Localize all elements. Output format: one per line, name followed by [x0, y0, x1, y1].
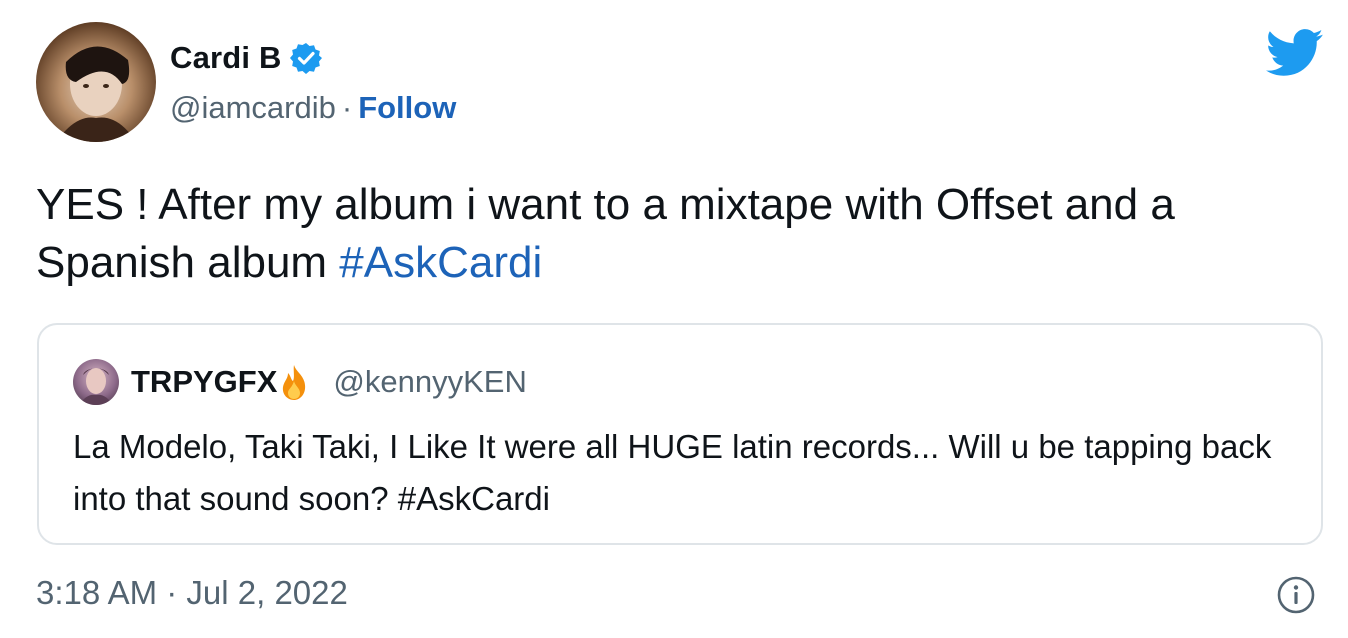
tweet-hashtag-link[interactable]: #AskCardi — [339, 238, 542, 287]
info-icon[interactable] — [1276, 575, 1316, 615]
author-avatar[interactable] — [36, 22, 156, 142]
fire-icon — [277, 363, 311, 401]
author-handle[interactable]: @iamcardib — [170, 90, 336, 126]
author-display-name[interactable]: Cardi B — [170, 40, 282, 76]
author-handle-row: @iamcardib · Follow — [170, 90, 456, 126]
quoted-text: La Modelo, Taki Taki, I Like It were all… — [73, 421, 1293, 525]
quoted-author-avatar[interactable] — [73, 359, 119, 405]
tweet-timestamp[interactable]: 3:18 AM · Jul 2, 2022 — [36, 574, 348, 612]
tweet-body: YES ! After my album i want to a mixtape… — [36, 180, 1175, 287]
twitter-bird-icon[interactable] — [1265, 28, 1324, 78]
quoted-tweet-card[interactable]: TRPYGFX @kennyyKEN La Modelo, Taki Taki,… — [37, 323, 1323, 545]
quoted-handle[interactable]: @kennyyKEN — [333, 364, 526, 400]
quoted-display-name[interactable]: TRPYGFX — [131, 364, 277, 400]
quoted-header: TRPYGFX @kennyyKEN — [131, 363, 527, 401]
author-name-row: Cardi B — [170, 40, 322, 76]
separator-dot: · — [341, 90, 353, 125]
tweet-text: YES ! After my album i want to a mixtape… — [36, 176, 1336, 292]
quoted-hashtag-link[interactable]: #AskCardi — [398, 480, 550, 517]
follow-button[interactable]: Follow — [358, 90, 456, 126]
quoted-body: La Modelo, Taki Taki, I Like It were all… — [73, 428, 1272, 517]
verified-badge-icon — [289, 42, 322, 74]
